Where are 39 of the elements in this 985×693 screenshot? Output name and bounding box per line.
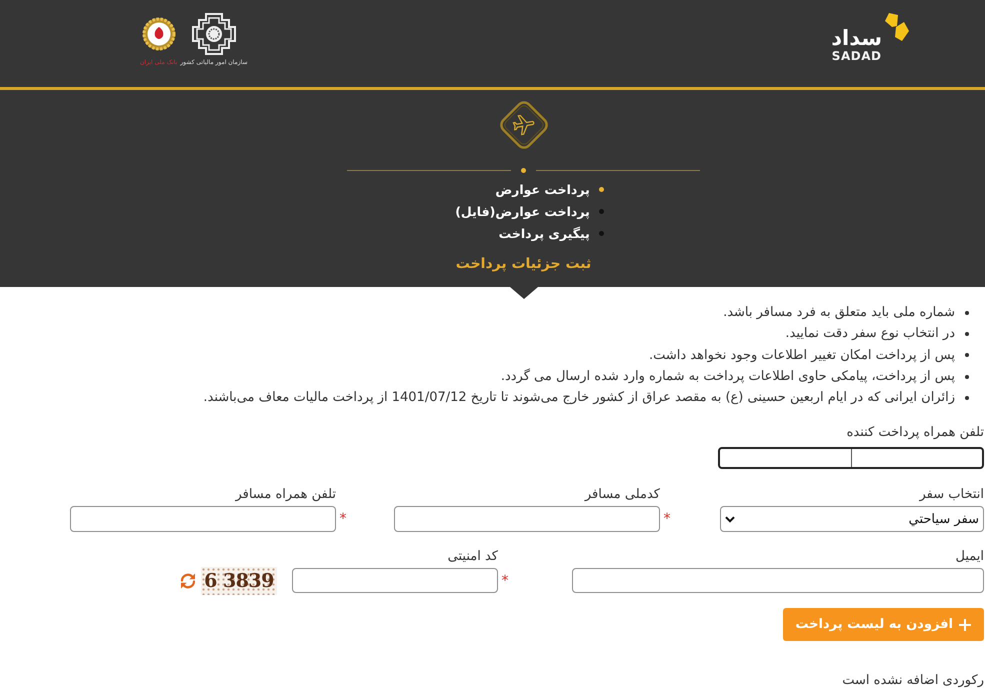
note-text: پس از پرداخت، پیامکی حاوی اطلاعات پرداخت به شماره وارد شده ارسال می گردد. [500, 369, 955, 384]
menu-link[interactable]: پرداخت عوارض [495, 178, 604, 200]
bullet-icon [965, 396, 969, 400]
trip-type-select[interactable]: سفر سياحتي [720, 506, 984, 532]
note-text: پس از پرداخت امکان تغییر اطلاعات وجود نخواهد داشت. [648, 348, 955, 363]
field-label: تلفن همراه پرداخت کننده [846, 424, 984, 442]
captcha-image: 6 3839 [201, 567, 277, 596]
chevron-down-icon [725, 516, 735, 523]
required-mark: * [340, 512, 346, 526]
email-field[interactable] [572, 568, 984, 594]
note-text: شماره ملی باید متعلق به فرد مسافر باشد. [723, 305, 955, 320]
menu-link[interactable]: پیگیری پرداخت [498, 222, 604, 244]
passenger-phone-field[interactable] [70, 506, 336, 532]
national-id-field[interactable] [394, 506, 660, 532]
lattice-emblem-icon [190, 12, 237, 56]
bullet-icon [965, 353, 969, 358]
field-label: ایمیل [955, 548, 984, 566]
field-label: تلفن همراه مسافر [235, 486, 336, 504]
required-mark: * [664, 512, 670, 526]
dot-icon [521, 168, 526, 173]
required-mark: * [502, 574, 508, 588]
section-title: ثبت جزئیات پرداخت [456, 255, 592, 273]
logo-text: SADAD [832, 49, 882, 63]
bullet-icon [965, 374, 969, 379]
menu-link[interactable]: پرداخت عوارض(فایل) [455, 200, 604, 222]
field-label: کد امنیتی [448, 548, 498, 566]
bullet-icon [965, 310, 969, 315]
logo-mark-icon [882, 12, 910, 42]
bullet-icon [965, 332, 969, 336]
security-code-field[interactable] [292, 568, 498, 594]
note-text: زائران ایرانی که در ایام اربعین حسینی (ع) به مقصد عراق از کشور خارج می‌شوند تا تاریخ 1401/07/12 از پرداخت مالیات معاف می‌باشند. [203, 390, 955, 406]
payer-phone-field[interactable] [718, 447, 984, 470]
logo-text: سداد [831, 28, 882, 49]
field-label: انتخاب سفر [919, 486, 984, 504]
refresh-icon[interactable] [179, 572, 197, 590]
empty-message: رکوردی اضافه نشده است [842, 672, 984, 690]
plus-icon [958, 618, 972, 632]
field-label: کدملی مسافر [584, 486, 660, 504]
note-text: در انتخاب نوع سفر دقت نمایید. [785, 326, 955, 342]
